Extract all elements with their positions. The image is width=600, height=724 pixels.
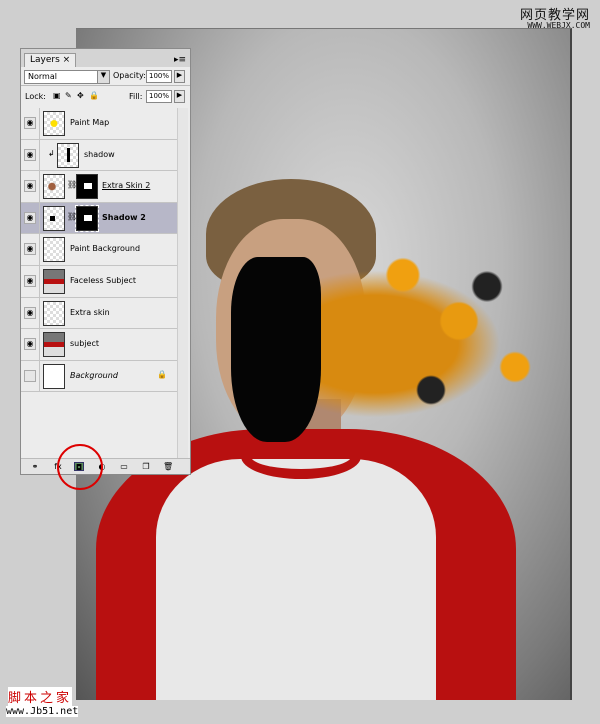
layers-panel: Layers × ▸≡ Normal ▼ Opacity: 100% ▶ Lock… bbox=[20, 48, 191, 475]
highlight-circle bbox=[57, 444, 103, 490]
layer-row-shadow[interactable]: ◉ ↲ shadow bbox=[21, 139, 179, 172]
watermark-bottom-url: www.Jb51.net bbox=[6, 706, 79, 717]
lock-transparent-icon[interactable]: ▣ bbox=[53, 91, 61, 100]
layer-name: Shadow 2 bbox=[102, 212, 146, 222]
tab-layers-label: Layers bbox=[30, 55, 60, 65]
lock-all-icon[interactable]: 🔒 bbox=[89, 91, 99, 100]
layers-scrollbar[interactable] bbox=[177, 108, 188, 458]
layer-thumbnail bbox=[43, 205, 65, 231]
eye-icon[interactable]: ◉ bbox=[24, 117, 36, 129]
layer-list: ◉ Paint Map ◉ ↲ shadow ◉ ⛓ Extra Skin 2 ◉ ⛓ Sha… bbox=[21, 108, 179, 393]
tab-layers[interactable]: Layers × bbox=[24, 53, 77, 67]
layer-thumbnail bbox=[57, 142, 79, 168]
eye-icon[interactable]: ◉ bbox=[24, 306, 36, 319]
layer-thumbnail bbox=[43, 332, 65, 358]
panel-tabbar: Layers × ▸≡ bbox=[21, 49, 190, 67]
eye-icon[interactable]: ◉ bbox=[24, 211, 36, 224]
layer-row-background[interactable]: Background 🔒 bbox=[21, 360, 179, 393]
shirt-white bbox=[156, 459, 436, 700]
layer-name: Paint Background bbox=[70, 244, 141, 254]
layer-thumbnail bbox=[43, 363, 65, 389]
panel-menu-icon[interactable]: ▸≡ bbox=[174, 55, 186, 65]
opacity-label: Opacity: bbox=[113, 71, 146, 80]
blend-mode-select[interactable]: Normal ▼ bbox=[24, 70, 110, 84]
watermark-top-url: WWW.WEBJX.COM bbox=[527, 21, 590, 30]
layer-name: Extra Skin 2 bbox=[102, 181, 151, 191]
fill-input[interactable]: 100% bbox=[146, 90, 172, 103]
layer-thumbnail bbox=[43, 237, 65, 263]
clip-arrow-icon: ↲ bbox=[48, 148, 55, 158]
layer-row-paint-map[interactable]: ◉ Paint Map bbox=[21, 108, 179, 140]
layer-row-extra-skin[interactable]: ◉ Extra skin bbox=[21, 297, 179, 330]
lock-brush-icon[interactable]: ✎ bbox=[65, 91, 72, 100]
lock-row: Lock: ▣ ✎ ✥ 🔒 Fill: 100% ▶ bbox=[21, 85, 190, 107]
blend-row: Normal ▼ Opacity: 100% ▶ bbox=[21, 67, 190, 85]
layer-mask-thumbnail[interactable] bbox=[76, 174, 98, 200]
watermark-bottom-cn: 脚本之家 bbox=[8, 687, 73, 706]
blend-mode-value: Normal bbox=[28, 72, 57, 81]
layer-thumbnail bbox=[43, 300, 65, 326]
layer-name: shadow bbox=[84, 149, 115, 159]
layer-name: Paint Map bbox=[70, 118, 110, 127]
eye-icon[interactable]: ◉ bbox=[24, 180, 36, 193]
layer-mask-thumbnail[interactable] bbox=[75, 204, 99, 232]
lock-label: Lock: bbox=[25, 92, 46, 101]
layer-row-paint-background[interactable]: ◉ Paint Background bbox=[21, 234, 179, 266]
black-face bbox=[231, 257, 321, 442]
layer-name: subject bbox=[70, 339, 99, 349]
trash-icon[interactable]: 🗑 bbox=[163, 462, 173, 471]
visibility-toggle-empty[interactable] bbox=[24, 369, 36, 382]
opacity-input[interactable]: 100% bbox=[146, 70, 172, 83]
new-layer-icon[interactable]: ❐ bbox=[141, 462, 151, 471]
layer-name: Faceless Subject bbox=[70, 275, 137, 285]
layer-thumbnail bbox=[43, 268, 65, 294]
close-icon[interactable]: × bbox=[63, 55, 71, 65]
link-layers-icon[interactable]: ⚭ bbox=[30, 462, 40, 471]
layer-row-extra-skin-2[interactable]: ◉ ⛓ Extra Skin 2 bbox=[21, 171, 179, 203]
lock-move-icon[interactable]: ✥ bbox=[77, 91, 84, 100]
eye-icon[interactable]: ◉ bbox=[24, 243, 36, 256]
eye-icon[interactable]: ◉ bbox=[24, 274, 36, 287]
layer-thumbnail bbox=[43, 111, 65, 136]
layer-name: Background bbox=[70, 370, 118, 380]
panel-footer: ⚭ fx ◘ ◐ ▭ ❐ 🗑 bbox=[21, 458, 190, 474]
layer-row-shadow-2[interactable]: ◉ ⛓ Shadow 2 bbox=[21, 202, 179, 235]
chevron-down-icon: ▼ bbox=[97, 71, 109, 83]
paint-splatter bbox=[291, 229, 570, 459]
new-group-icon[interactable]: ▭ bbox=[119, 462, 129, 471]
layer-row-subject[interactable]: ◉ subject bbox=[21, 329, 179, 361]
layer-row-faceless-subject[interactable]: ◉ Faceless Subject bbox=[21, 265, 179, 298]
eye-icon[interactable]: ◉ bbox=[24, 338, 36, 351]
fill-label: Fill: bbox=[129, 92, 143, 101]
fill-slider-button[interactable]: ▶ bbox=[174, 90, 185, 103]
lock-icon: 🔒 bbox=[157, 369, 167, 379]
opacity-slider-button[interactable]: ▶ bbox=[174, 70, 185, 83]
layer-thumbnail bbox=[43, 174, 65, 200]
eye-icon[interactable]: ◉ bbox=[24, 148, 36, 161]
layer-name: Extra skin bbox=[70, 307, 110, 317]
